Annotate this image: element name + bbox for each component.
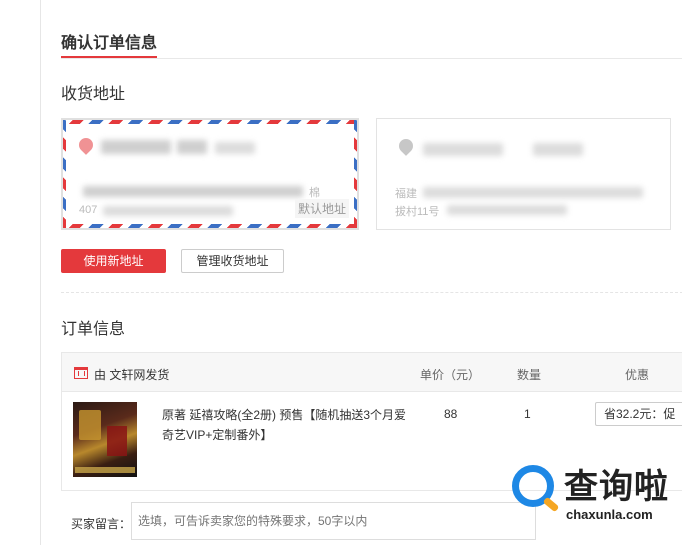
recipient-phone-redacted [533, 143, 583, 156]
column-unit-price: 单价（元） [420, 368, 481, 382]
address-card-selected[interactable]: 棉 407 默认地址 [61, 118, 359, 230]
buyer-message-label: 买家留言： [71, 517, 132, 531]
product-thumbnail[interactable] [73, 402, 137, 477]
location-pin-icon [79, 138, 93, 156]
address-line-redacted [103, 206, 233, 216]
buyer-message-input[interactable] [131, 502, 536, 540]
manage-addresses-button[interactable]: 管理收货地址 [181, 249, 284, 273]
unit-price: 88 [444, 407, 458, 421]
discount-selected-value: 省32.2元：促 [604, 407, 676, 421]
shop-name[interactable]: 由 文轩网发货 [94, 366, 169, 383]
order-table-header: 由 文轩网发货 单价（元） 数量 优惠 [61, 352, 682, 392]
recipient-name-redacted [423, 143, 503, 156]
airmail-stripe [354, 120, 357, 228]
quantity-value: 1 [524, 407, 531, 421]
address-line-redacted [447, 205, 567, 215]
recipient-name-redacted [177, 140, 207, 154]
address-line-1: 福建 [395, 188, 417, 200]
product-title[interactable]: 原著 延禧攻略(全2册) 预售【随机抽送3个月爱奇艺VIP+定制番外】 [162, 405, 412, 445]
thumbnail-art [79, 410, 101, 440]
column-quantity: 数量 [517, 368, 542, 382]
use-new-address-button[interactable]: 使用新地址 [61, 249, 166, 273]
address-line-2: 407 [79, 204, 98, 216]
address-line-2: 拔村11号 [395, 206, 440, 218]
address-line-1: 棉 [309, 187, 320, 199]
title-underline [61, 56, 157, 58]
shop-prefix: 由 [94, 368, 107, 382]
magnifier-logo-icon [512, 465, 554, 507]
address-line-redacted [423, 187, 643, 198]
column-discount: 优惠 [625, 368, 650, 382]
recipient-name-redacted [101, 140, 171, 154]
shop-icon [74, 367, 88, 379]
page-title: 确认订单信息 [61, 35, 158, 52]
watermark-url: chaxunla.com [566, 507, 653, 522]
airmail-stripe [63, 120, 357, 124]
address-section-title: 收货地址 [61, 86, 126, 103]
section-divider [61, 292, 682, 293]
recipient-phone-redacted [215, 142, 255, 154]
address-line-redacted [83, 186, 303, 197]
address-card[interactable]: 福建 拔村11号 [376, 118, 671, 230]
watermark-text: 查询啦 [564, 467, 669, 507]
location-pin-icon [399, 139, 413, 157]
watermark-logo: 查询啦 chaxunla.com [506, 457, 682, 527]
default-address-badge: 默认地址 [294, 199, 349, 218]
airmail-stripe [63, 224, 357, 228]
title-divider [61, 58, 682, 59]
order-section-title: 订单信息 [61, 321, 126, 338]
shop-name-text: 文轩网发货 [109, 368, 170, 382]
thumbnail-art [75, 467, 135, 473]
discount-select[interactable]: 省32.2元：促 [595, 402, 682, 426]
thumbnail-art [107, 426, 127, 456]
airmail-stripe [63, 120, 66, 228]
